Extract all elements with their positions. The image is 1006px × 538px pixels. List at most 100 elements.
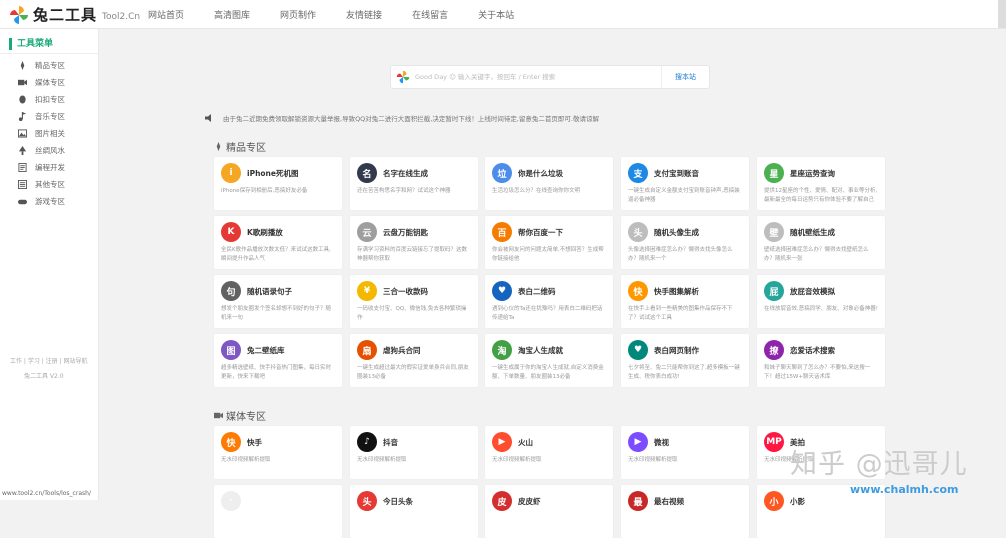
tool-card[interactable]: 皮皮皮虾	[485, 485, 613, 538]
tool-card-icon: 图	[221, 340, 241, 360]
sidebar-heading: 工具菜单	[9, 38, 53, 50]
tool-card[interactable]: 淘淘宝人生成就 一键生成属于你的淘宝人生成就,自定义消费金额、下单数量、朋友圈装1…	[485, 334, 613, 387]
tool-card-icon: 快	[221, 432, 241, 452]
nav-guestbook[interactable]: 在线留言	[412, 8, 448, 21]
tool-card[interactable]: 图兔二壁纸库 超多精选壁纸、快手抖音热门图集，每日实时更新，快来下载吧	[214, 334, 342, 387]
top-navbar: 兔二工具 Tool2.Cn 网站首页 高清图库 网页制作 友情链接 在线留言 关…	[0, 0, 1006, 29]
tool-card[interactable]: ¥ 三合一收款码 一码收支付宝、QQ、微信钱,免去各种繁琐操作	[350, 275, 478, 328]
sidebar-footer-version: 兔二工具 V2.0	[24, 373, 64, 380]
tool-card[interactable]: 支支付宝到账音 一键生成自定义金额支付宝到账音钟声,恶搞装逼必备神器	[621, 157, 749, 210]
tool-card-icon: 头	[628, 222, 648, 242]
tool-card-icon: 小	[764, 491, 784, 511]
nav-home[interactable]: 网站首页	[148, 8, 184, 21]
tool-card[interactable]: 百帮你百度一下 你会被网友问的问题太简单,不想回答？生成帮你链接给他	[485, 216, 613, 269]
tool-card-title: 星座运势查询	[790, 169, 835, 178]
tool-card[interactable]: ▶ 火山 无水印视频解析提取	[485, 426, 613, 479]
tool-card-desc: 头像选择困难症怎么办？懒得去找头像怎么办？随机来一个	[628, 247, 733, 262]
camera-icon	[18, 79, 27, 85]
tool-card[interactable]: ♥ 表白网页制作 七夕将至、兔二只能帮你到这了,超多模板一键生成、税你表白成功!	[621, 334, 749, 387]
tool-card[interactable]: 头随机头像生成 头像选择困难症怎么办？懒得去找头像怎么办？随机来一个	[621, 216, 749, 269]
sidebar-item-qq[interactable]: 扣扣专区	[18, 93, 65, 105]
sidebar-item-label: 音乐专区	[35, 111, 65, 121]
section-title-text: 媒体专区	[226, 412, 266, 423]
search-input[interactable]	[415, 70, 655, 84]
speaker-icon	[205, 114, 211, 122]
sidebar-item-images[interactable]: 图片相关	[18, 127, 65, 139]
tool-card[interactable]: 快快手图集解析 在快手上看到一些精美的图集作品保存不下了？试试这个工具	[621, 275, 749, 328]
nav-webdesign[interactable]: 网页制作	[280, 8, 316, 21]
tool-card-desc: 一码收支付宝、QQ、微信钱,免去各种繁琐操作	[357, 306, 467, 321]
logo-title: 兔二工具	[33, 6, 98, 24]
tool-card-icon: 百	[492, 222, 512, 242]
tool-card[interactable]: 扇虐狗兵合同 一键生成超过最大的假实证爱单身兵合同,朋友圈装13必备	[350, 334, 478, 387]
tree-icon	[18, 145, 27, 155]
nav-links[interactable]: 友情链接	[346, 8, 382, 21]
tool-card-desc: 全民K歌作品播放次数太低？来试试这数工具,瞬间提升作品人气	[221, 247, 331, 262]
tool-card-icon: K	[221, 222, 241, 242]
tool-card[interactable]: 屁放屁音效模拟 在线放屁音效,恶搞同学、朋友、对象必备神器!	[757, 275, 885, 328]
sidebar-item-dev[interactable]: 编程开发	[18, 161, 65, 173]
pinwheel-logo-icon	[10, 5, 28, 24]
tool-card[interactable]: 头今日头条	[350, 485, 478, 538]
tool-card-icon: i	[221, 163, 241, 183]
notice-text: 由于兔二近期免费领取解锁资源大量举报,导致QQ对兔二进行大面积拦截,决定暂时下线…	[223, 115, 599, 123]
tool-card[interactable]: ♪ 抖音 无水印视频解析提取	[350, 426, 478, 479]
tool-card[interactable]: ·	[214, 485, 342, 538]
tool-card-desc: 和妹子聊天聊到了怎么办？不要怕,来这搜一下！超过15W+聊天话术库	[764, 365, 871, 380]
tool-card-title: 名字在线生成	[383, 169, 428, 178]
tool-card-icon: 句	[221, 281, 241, 301]
sidebar-item-other[interactable]: 其他专区	[18, 178, 65, 190]
sidebar-item-fengshui[interactable]: 丝绸风水	[18, 144, 65, 156]
tool-card-title: 今日头条	[383, 497, 413, 506]
tool-card[interactable]: 句随机语录句子 想发个朋友圈发个签名却想不到好的句子？随机来一句	[214, 275, 342, 328]
tool-card[interactable]: 垃你是什么垃圾 生活垃圾怎么分？在线查询你你文明	[485, 157, 613, 210]
site-logo[interactable]: 兔二工具 Tool2.Cn	[9, 4, 140, 25]
tool-card-desc: 无水印视频解析提取	[492, 457, 542, 463]
tool-card-icon: ♥	[628, 340, 648, 360]
pinwheel-search-icon	[396, 70, 410, 84]
tool-card-title: 微视	[654, 438, 669, 447]
tool-card[interactable]: ♥ 表白二维码 遇到心仪的Ta还在犹豫吗？用表白二维码把话传递给Ta	[485, 275, 613, 328]
sidebar-footer-links[interactable]: 工作 | 学习 | 注册 | 网站导航	[10, 356, 88, 365]
tool-card-desc: 一键生成自定义金额支付宝到账音钟声,恶搞装逼必备神器	[628, 188, 740, 203]
tool-card-title: 火山	[518, 438, 533, 447]
section-title-text: 精品专区	[226, 143, 266, 154]
tool-card-icon: 屁	[764, 281, 784, 301]
tool-card[interactable]: 壁随机壁纸生成 壁纸选择困难症怎么办？懒得去找壁纸怎么办？随机来一张	[757, 216, 885, 269]
sidebar-item-music[interactable]: 音乐专区	[18, 110, 65, 122]
tool-card[interactable]: 名名字在线生成 还在苦苦构思名字和网？试试这个神器	[350, 157, 478, 210]
scrollbar-track[interactable]	[998, 0, 1006, 28]
tool-card[interactable]: 撩恋爱话术搜索 和妹子聊天聊到了怎么办？不要怕,来这搜一下！超过15W+聊天话术库	[757, 334, 885, 387]
tool-card[interactable]: i iPhone死机图 iPhone保存到相册后,恶搞好友必备	[214, 157, 342, 210]
tool-card[interactable]: K K歌刷播放 全民K歌作品播放次数太低？来试试这数工具,瞬间提升作品人气	[214, 216, 342, 269]
tool-card-desc: 遇到心仪的Ta还在犹豫吗？用表白二维码把话传递给Ta	[492, 306, 603, 321]
tool-card-icon: MP	[764, 432, 784, 452]
search-button[interactable]: 搜本站	[661, 66, 709, 88]
tool-card[interactable]: 快快手 无水印视频解析提取	[214, 426, 342, 479]
sidebar-item-label: 编程开发	[35, 162, 65, 172]
tool-card-title: 放屁音效模拟	[790, 287, 835, 296]
tool-card-desc: 壁纸选择困难症怎么办？懒得去找壁纸怎么办？随机来一张	[764, 247, 869, 262]
tool-card-icon: 最	[628, 491, 648, 511]
sidebar-item-games[interactable]: 游戏专区	[18, 195, 65, 207]
tool-card-title: 虐狗兵合同	[383, 346, 421, 355]
tool-card[interactable]: 云云盘万能钥匙 存满学习资料的百度云链接忘了提取码？这数神器帮你获取	[350, 216, 478, 269]
tool-card[interactable]: 最最右视频	[621, 485, 749, 538]
logo-subtitle: Tool2.Cn	[102, 11, 141, 22]
tool-card-desc: 提供12星座的个性、爱情、配对、事业等分析,最新最全的每日运势只有你体验不要了解…	[764, 188, 878, 203]
tool-card-title: 最右视频	[654, 497, 684, 506]
tool-card-title: 兔二壁纸库	[247, 346, 285, 355]
tool-card-title: 表白二维码	[518, 287, 556, 296]
nav-gallery[interactable]: 高清图库	[214, 8, 250, 21]
rocket-icon	[20, 60, 25, 70]
code-icon	[18, 162, 27, 172]
tool-card-desc: 生活垃圾怎么分？在线查询你你文明	[492, 188, 581, 194]
sidebar-item-media[interactable]: 媒体专区	[18, 76, 65, 88]
sidebar-item-label: 精品专区	[35, 60, 65, 70]
tool-card-desc: iPhone保存到相册后,恶搞好友必备	[221, 188, 308, 194]
tool-card[interactable]: 星星座运势查询 提供12星座的个性、爱情、配对、事业等分析,最新最全的每日运势只有…	[757, 157, 885, 210]
tool-card-title: 支付宝到账音	[654, 169, 699, 178]
tool-card[interactable]: ▶ 微视 无水印视频解析提取	[621, 426, 749, 479]
nav-about[interactable]: 关于本站	[478, 8, 514, 21]
sidebar-item-featured[interactable]: 精品专区	[18, 59, 65, 71]
